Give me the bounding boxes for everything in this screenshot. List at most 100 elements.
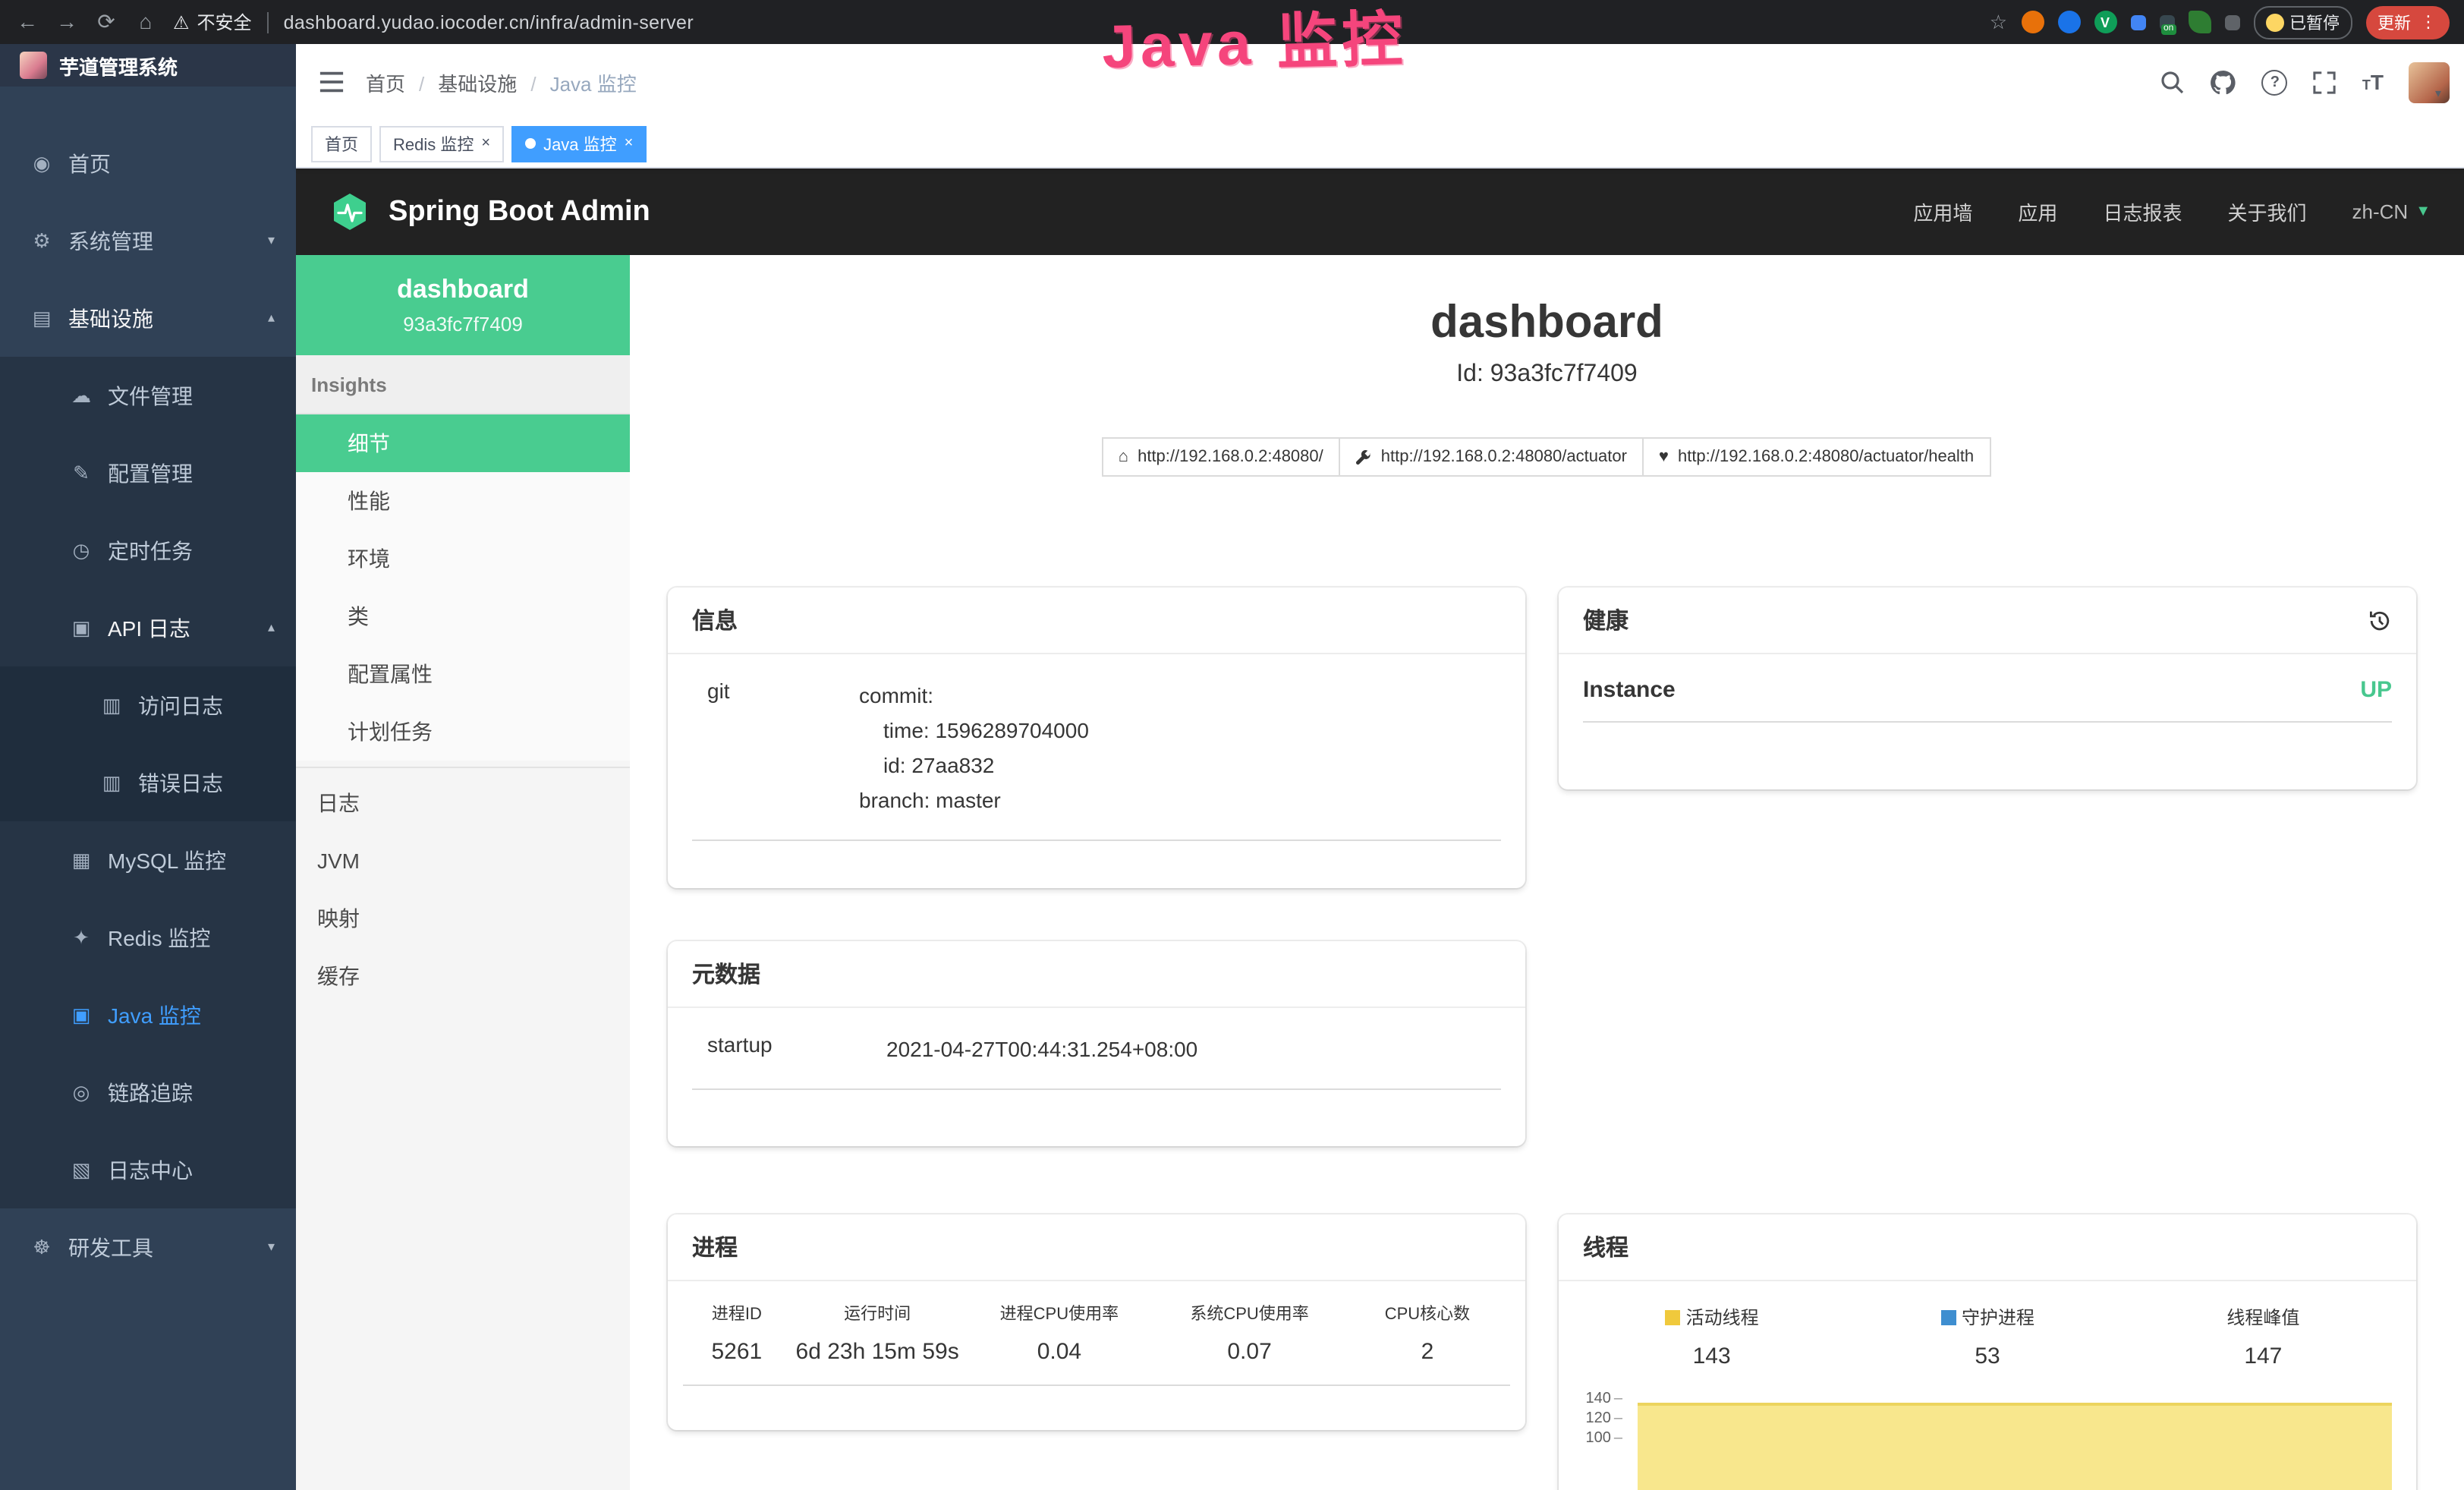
reload-icon[interactable]: ⟳: [94, 0, 118, 44]
tab-redis-monitor[interactable]: Redis 监控 ×: [379, 125, 504, 162]
sba-nav-about[interactable]: 关于我们: [2227, 197, 2306, 226]
link-url: http://192.168.0.2:48080/: [1138, 448, 1323, 466]
col-header: 系统CPU使用率: [1154, 1301, 1345, 1325]
site-security-chip[interactable]: ⚠ 不安全: [173, 9, 252, 35]
sba-nav-wallboard[interactable]: 应用墙: [1913, 197, 1972, 226]
sidebar-item-log-center[interactable]: ▧ 日志中心: [0, 1131, 296, 1208]
sba-instance-block[interactable]: dashboard 93a3fc7f7409: [296, 255, 630, 355]
user-menu[interactable]: ▾: [2409, 61, 2441, 102]
trace-icon: ◎: [70, 1080, 93, 1104]
home-icon[interactable]: ⌂: [134, 0, 158, 44]
sba-header: Spring Boot Admin 应用墙 应用 日志报表 关于我们 zh-CN…: [296, 169, 2464, 255]
drop-extension-icon[interactable]: [2057, 11, 2080, 33]
back-icon[interactable]: ←: [15, 0, 39, 44]
git-id-line: id: 27aa832: [859, 748, 1501, 783]
on-badge: on: [2160, 24, 2176, 34]
bookmark-star-icon[interactable]: ☆: [1990, 10, 2007, 34]
sidebar-item-redis-monitor[interactable]: ✦ Redis 监控: [0, 899, 296, 976]
actuator-link[interactable]: http://192.168.0.2:48080/actuator: [1339, 437, 1644, 477]
close-icon[interactable]: ×: [481, 135, 490, 152]
fullscreen-icon[interactable]: [2314, 71, 2337, 93]
sba-nav-journal[interactable]: 日志报表: [2103, 197, 2182, 226]
process-table-values: 5261 6d 23h 15m 59s 0.04 0.07 2: [683, 1339, 1510, 1386]
breadcrumb-current: Java 监控: [517, 68, 636, 96]
breadcrumb-infrastructure[interactable]: 基础设施: [405, 68, 517, 96]
metadata-key: startup: [692, 1032, 886, 1067]
sidebar-item-file-manage[interactable]: ☁ 文件管理: [0, 357, 296, 434]
sba-item-caches[interactable]: 缓存: [296, 947, 630, 1005]
grid-extension-icon[interactable]: [2130, 14, 2145, 30]
sidebar-item-access-logs[interactable]: ▥ 访问日志: [0, 666, 296, 744]
sidebar-item-system[interactable]: ⚙ 系统管理 ▾: [0, 202, 296, 279]
card-title: 元数据: [692, 958, 760, 990]
topbar-actions: ? TT ▾: [2160, 61, 2441, 102]
address-bar[interactable]: dashboard.yudao.iocoder.cn/infra/admin-s…: [284, 11, 694, 33]
sba-locale-select[interactable]: zh-CN ▼: [2352, 200, 2431, 223]
git-time-line: time: 1596289704000: [859, 713, 1501, 748]
sba-item-metrics[interactable]: 性能: [296, 472, 630, 530]
health-link[interactable]: ♥ http://192.168.0.2:48080/actuator/heal…: [1642, 437, 1990, 477]
legend-live-threads: 活动线程 143: [1574, 1304, 1849, 1369]
search-icon[interactable]: [2160, 70, 2185, 94]
sidebar-item-label: 首页: [68, 148, 111, 178]
app-logo[interactable]: 芋道管理系统: [0, 44, 296, 87]
wrench-icon: [1355, 449, 1372, 465]
instance-home-link[interactable]: ⌂ http://192.168.0.2:48080/: [1102, 437, 1340, 477]
sidebar-item-error-logs[interactable]: ▥ 错误日志: [0, 744, 296, 821]
sidebar-item-java-monitor[interactable]: ▣ Java 监控: [0, 976, 296, 1054]
sba-item-logs[interactable]: 日志: [296, 774, 630, 832]
close-icon[interactable]: ×: [625, 135, 634, 152]
browser-menu-icon[interactable]: ⋮: [2420, 12, 2437, 32]
sidebar-item-tracing[interactable]: ◎ 链路追踪: [0, 1054, 296, 1131]
infrastructure-submenu: ☁ 文件管理 ✎ 配置管理 ◷ 定时任务 ▣ API 日志 ▴: [0, 357, 296, 1208]
sba-nav-applications[interactable]: 应用: [2018, 197, 2057, 226]
chevron-down-icon: ▾: [268, 232, 275, 249]
chrome-update-button[interactable]: 更新 ⋮: [2365, 5, 2449, 39]
paused-pill[interactable]: 已暂停: [2253, 5, 2352, 39]
sidebar-item-mysql-monitor[interactable]: ▦ MySQL 监控: [0, 821, 296, 899]
sidebar-item-config-manage[interactable]: ✎ 配置管理: [0, 434, 296, 512]
sba-item-scheduled-tasks[interactable]: 计划任务: [296, 703, 630, 761]
help-icon[interactable]: ?: [2262, 69, 2288, 95]
threads-card: 线程 活动线程 143 守护进程 53: [1559, 1214, 2416, 1490]
database-icon: ▦: [70, 848, 93, 872]
card-title: 线程: [1583, 1231, 1629, 1263]
font-size-icon[interactable]: TT: [2362, 70, 2384, 94]
puzzle-extension-icon[interactable]: [2224, 14, 2239, 30]
sba-item-environment[interactable]: 环境: [296, 530, 630, 587]
v-extension-icon[interactable]: V: [2094, 11, 2116, 33]
sba-item-mappings[interactable]: 映射: [296, 890, 630, 947]
sidebar-item-api-logs[interactable]: ▣ API 日志 ▴: [0, 589, 296, 666]
history-icon[interactable]: [2368, 608, 2392, 632]
sba-item-details[interactable]: 细节: [296, 414, 630, 472]
switcher-extension-icon[interactable]: on: [2159, 14, 2174, 30]
browser-actions: ☆ V on 已暂停 更新 ⋮: [1990, 5, 2449, 39]
sba-brand[interactable]: Spring Boot Admin: [389, 195, 650, 228]
tab-home[interactable]: 首页: [311, 125, 372, 162]
legend-value: 143: [1574, 1344, 1849, 1369]
sba-item-config-props[interactable]: 配置属性: [296, 645, 630, 703]
leaf-extension-icon[interactable]: [2188, 11, 2211, 33]
chevron-down-icon: ▼: [2415, 203, 2431, 220]
info-card: 信息 git commit: time: 1596289704000 id: 2…: [668, 587, 1525, 888]
github-icon[interactable]: [2211, 69, 2236, 95]
tab-java-monitor[interactable]: Java 监控 ×: [511, 125, 647, 162]
sidebar-item-infrastructure[interactable]: ▤ 基础设施 ▴: [0, 279, 296, 357]
chevron-down-icon: ▾: [268, 1239, 275, 1255]
document-icon: ▥: [100, 693, 123, 717]
avatar[interactable]: [2409, 61, 2450, 102]
hamburger-icon[interactable]: [319, 71, 345, 93]
sba-item-classes[interactable]: 类: [296, 587, 630, 645]
fox-extension-icon[interactable]: [2021, 11, 2044, 33]
sidebar-item-dev-tools[interactable]: ☸ 研发工具 ▾: [0, 1208, 296, 1286]
sidebar-item-home[interactable]: ◉ 首页: [0, 124, 296, 202]
status-badge: UP: [2360, 677, 2392, 703]
process-table-headers: 进程ID 运行时间 进程CPU使用率 系统CPU使用率 CPU核心数: [683, 1301, 1510, 1325]
sba-item-jvm[interactable]: JVM: [296, 832, 630, 890]
instance-id: 93a3fc7f7409: [308, 313, 618, 335]
git-info-row: git commit: time: 1596289704000 id: 27aa…: [692, 679, 1501, 842]
forward-icon[interactable]: →: [55, 0, 79, 44]
breadcrumb-home[interactable]: 首页: [366, 68, 405, 96]
col-header: 进程CPU使用率: [965, 1301, 1155, 1325]
sidebar-item-scheduled-jobs[interactable]: ◷ 定时任务: [0, 512, 296, 589]
